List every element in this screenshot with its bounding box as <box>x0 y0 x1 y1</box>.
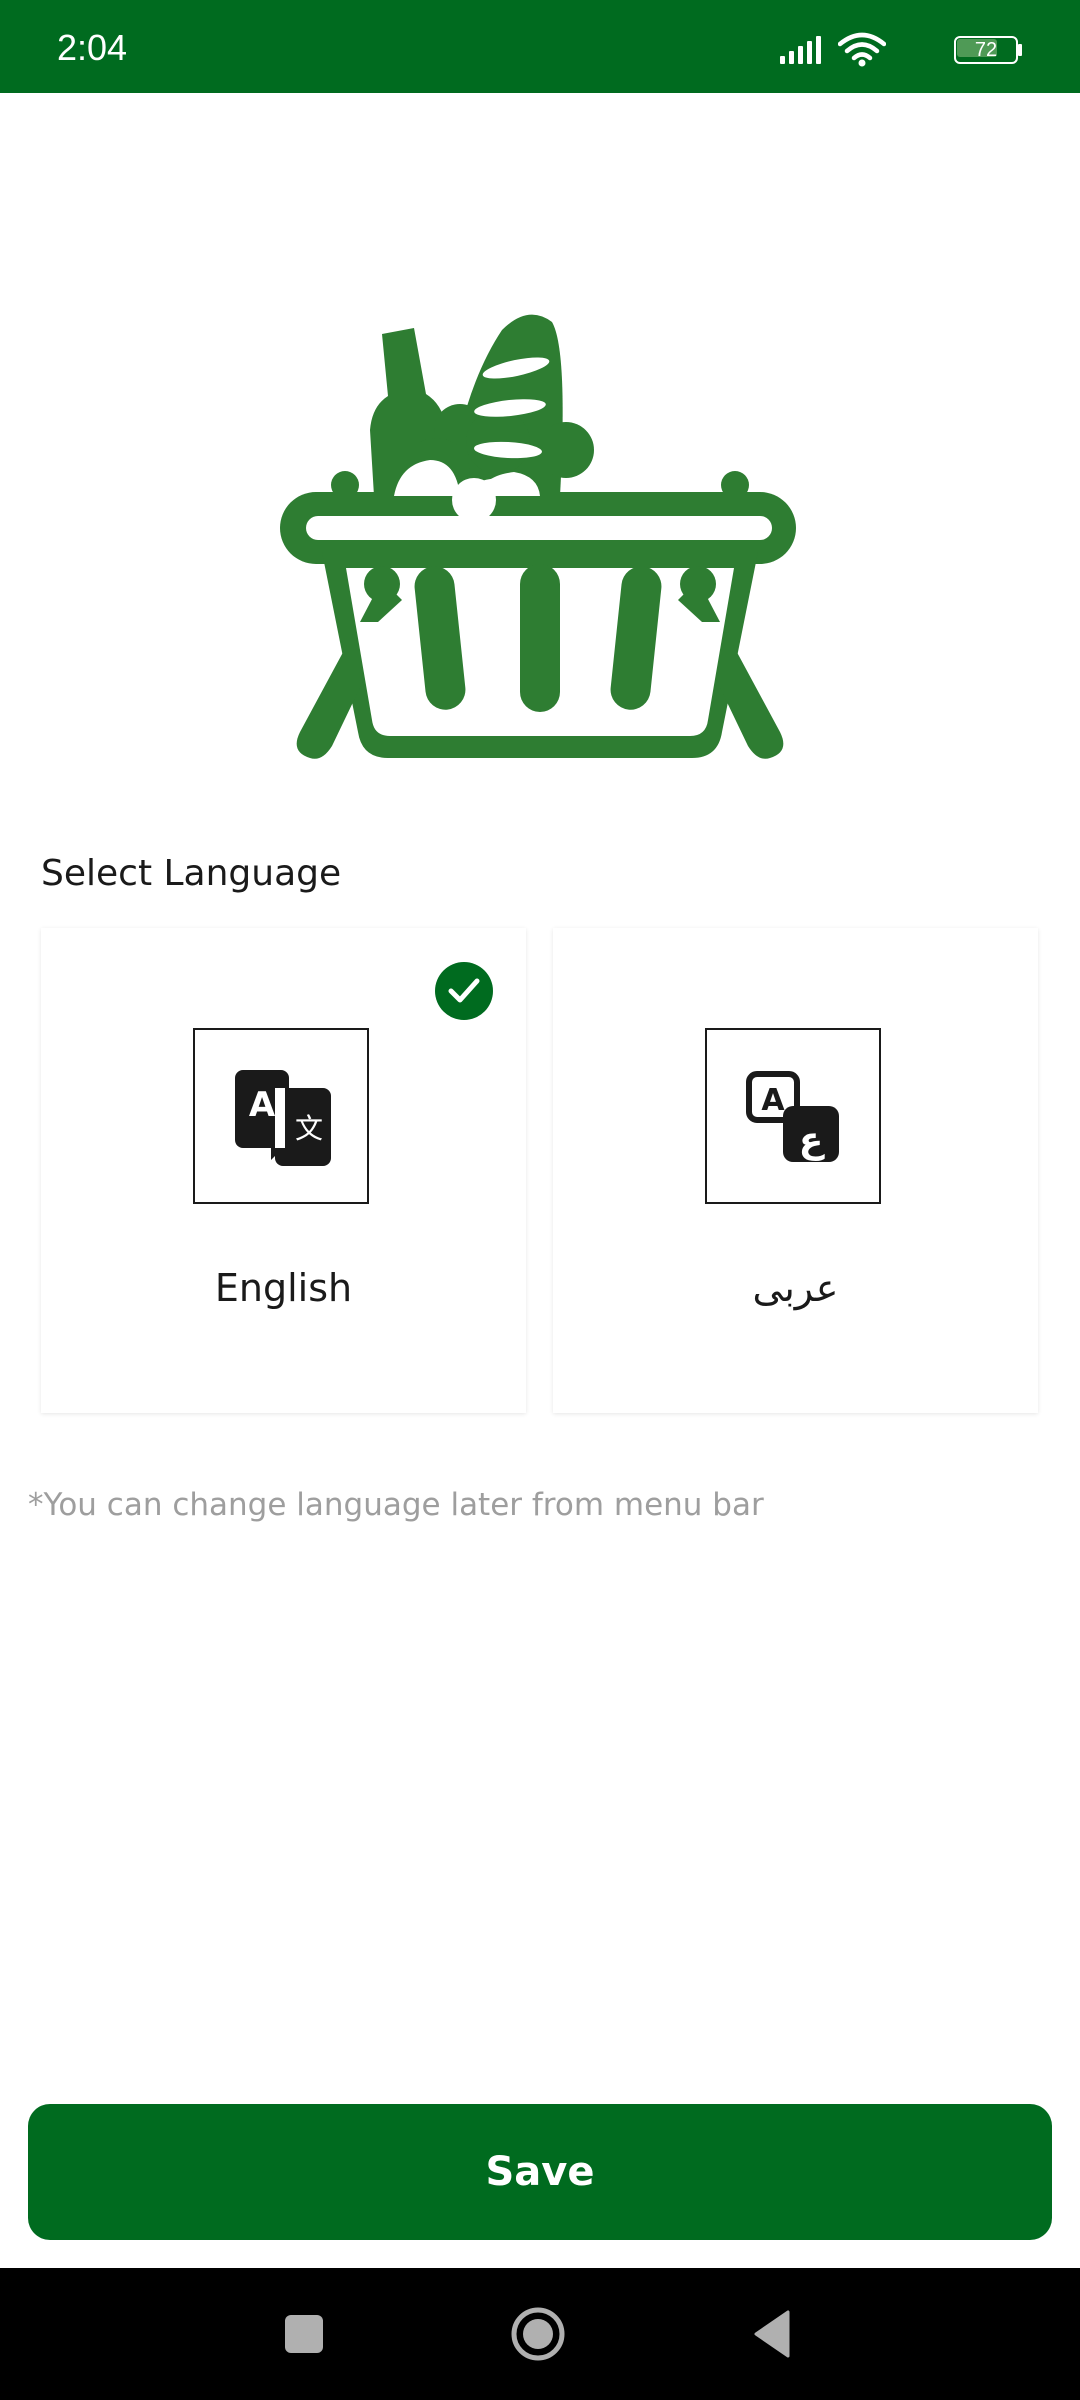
status-bar: 2:04 72 <box>0 0 1080 93</box>
battery-icon: 72 <box>954 36 1024 64</box>
status-icons: 72 <box>780 32 1024 68</box>
language-label-english: English <box>214 1266 353 1310</box>
select-language-heading: Select Language <box>41 853 342 894</box>
wifi-icon <box>838 32 886 67</box>
home-button[interactable] <box>478 2268 598 2400</box>
language-option-arabic[interactable]: A ع عربى <box>553 928 1038 1413</box>
language-change-note: *You can change language later from menu… <box>28 1487 764 1523</box>
arabic-translate-icon-box: A ع <box>705 1028 881 1204</box>
back-icon <box>754 2310 790 2358</box>
grocery-basket-logo <box>280 314 796 759</box>
recent-apps-icon <box>285 2315 323 2353</box>
recent-apps-button[interactable] <box>244 2268 364 2400</box>
svg-text:ع: ع <box>799 1120 825 1161</box>
status-time: 2:04 <box>57 27 128 68</box>
language-label-arabic: عربى <box>752 1266 839 1310</box>
translate-icon-box: A 文 <box>193 1028 369 1204</box>
translate-icon: A 文 <box>235 1070 331 1166</box>
svg-text:文: 文 <box>295 1112 323 1145</box>
selected-check-icon <box>435 962 493 1020</box>
svg-text:A: A <box>249 1085 276 1125</box>
svg-text:A: A <box>761 1083 785 1118</box>
navigation-bar <box>0 2268 1080 2400</box>
arabic-translate-icon: A ع <box>746 1071 839 1162</box>
save-button[interactable]: Save <box>28 2104 1052 2240</box>
battery-level: 72 <box>974 39 998 61</box>
home-icon <box>511 2307 565 2361</box>
language-selection-screen: 2:04 72 Select Language A 文 English A ع … <box>0 0 1080 2400</box>
language-option-english[interactable]: A 文 English <box>41 928 526 1413</box>
back-button[interactable] <box>714 2268 834 2400</box>
signal-icon <box>780 36 821 64</box>
